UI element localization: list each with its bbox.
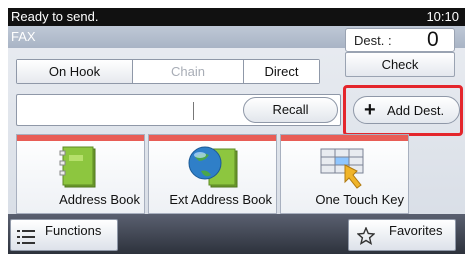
page-title: FAX	[11, 29, 36, 44]
one-touch-key-label: One Touch Key	[315, 192, 404, 207]
check-button[interactable]: Check	[345, 52, 455, 77]
tile-accent-bar	[149, 135, 276, 141]
ext-address-book-label: Ext Address Book	[169, 192, 272, 207]
add-dest-button[interactable]: + Add Dest.	[353, 96, 460, 124]
destination-count: 0	[427, 28, 439, 51]
address-book-label: Address Book	[59, 192, 140, 207]
bottom-bar: Functions Favorites	[8, 214, 465, 254]
chain-button[interactable]: Chain	[133, 60, 243, 83]
destination-input[interactable]: Recall	[16, 94, 341, 126]
clock: 10:10	[426, 9, 459, 24]
favorites-button[interactable]: Favorites	[348, 219, 456, 251]
tile-accent-bar	[17, 135, 144, 141]
fax-screen: FAX Dest. : 0 Check On Hook Chain Direct…	[8, 26, 465, 254]
destination-counter: Dest. : 0	[345, 28, 455, 52]
functions-label: Functions	[45, 223, 102, 238]
list-icon	[17, 230, 35, 244]
direct-button[interactable]: Direct	[243, 60, 319, 83]
status-message: Ready to send.	[11, 9, 99, 24]
add-dest-label: Add Dest.	[387, 103, 445, 118]
text-cursor	[193, 102, 194, 120]
one-touch-key-button[interactable]: One Touch Key	[280, 134, 409, 214]
star-icon	[357, 227, 375, 245]
ext-address-book-icon	[188, 146, 238, 188]
tile-accent-bar	[281, 135, 408, 141]
ext-address-book-button[interactable]: Ext Address Book	[148, 134, 277, 214]
functions-button[interactable]: Functions	[10, 219, 118, 251]
one-touch-key-icon	[320, 148, 364, 189]
plus-icon: +	[364, 99, 376, 121]
destination-tiles: Address Book Ext Address Book One Touch …	[16, 134, 410, 214]
address-book-button[interactable]: Address Book	[16, 134, 145, 214]
favorites-label: Favorites	[389, 223, 443, 238]
address-book-icon	[59, 146, 96, 188]
on-hook-button[interactable]: On Hook	[17, 60, 133, 83]
recall-button[interactable]: Recall	[243, 97, 338, 123]
status-bar: Ready to send. 10:10	[8, 8, 465, 26]
dial-mode-segment: On Hook Chain Direct	[16, 59, 320, 84]
destination-label: Dest. :	[354, 33, 392, 48]
